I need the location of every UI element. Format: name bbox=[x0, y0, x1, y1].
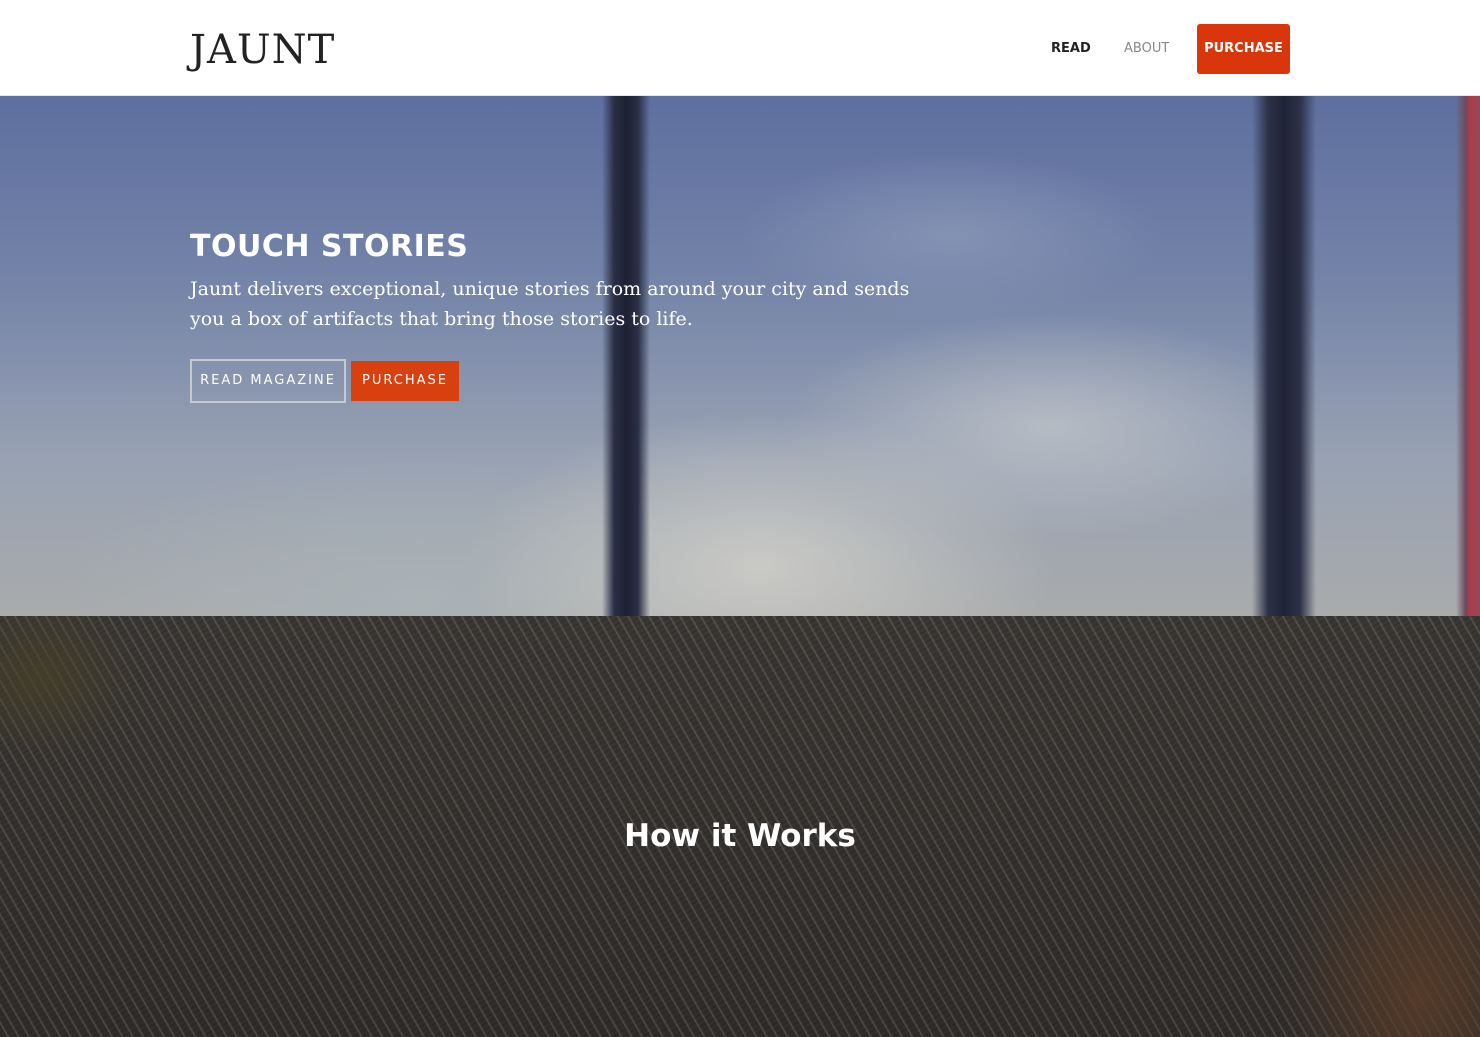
nav-about-link[interactable]: ABOUT bbox=[1124, 40, 1169, 58]
hero-purchase-button[interactable]: PURCHASE bbox=[351, 361, 459, 401]
site-logo[interactable]: JAUNT bbox=[190, 26, 335, 74]
nav-purchase-button[interactable]: PURCHASE bbox=[1197, 24, 1290, 74]
hero-background-pole bbox=[1456, 96, 1480, 616]
read-magazine-button[interactable]: READ MAGAZINE bbox=[190, 359, 346, 403]
nav-read-link[interactable]: READ bbox=[1051, 40, 1091, 58]
hero-title: TOUCH STORIES bbox=[190, 229, 469, 264]
how-it-works-section: How it Works bbox=[0, 616, 1480, 1037]
hero-description: Jaunt delivers exceptional, unique stori… bbox=[190, 278, 910, 330]
how-it-works-title: How it Works bbox=[624, 818, 856, 854]
hero-section: TOUCH STORIES Jaunt delivers exceptional… bbox=[0, 96, 1480, 616]
hero-background-pole bbox=[602, 96, 650, 616]
site-header: JAUNT READ ABOUT PURCHASE bbox=[0, 0, 1480, 96]
hero-background-pole bbox=[1252, 96, 1316, 616]
